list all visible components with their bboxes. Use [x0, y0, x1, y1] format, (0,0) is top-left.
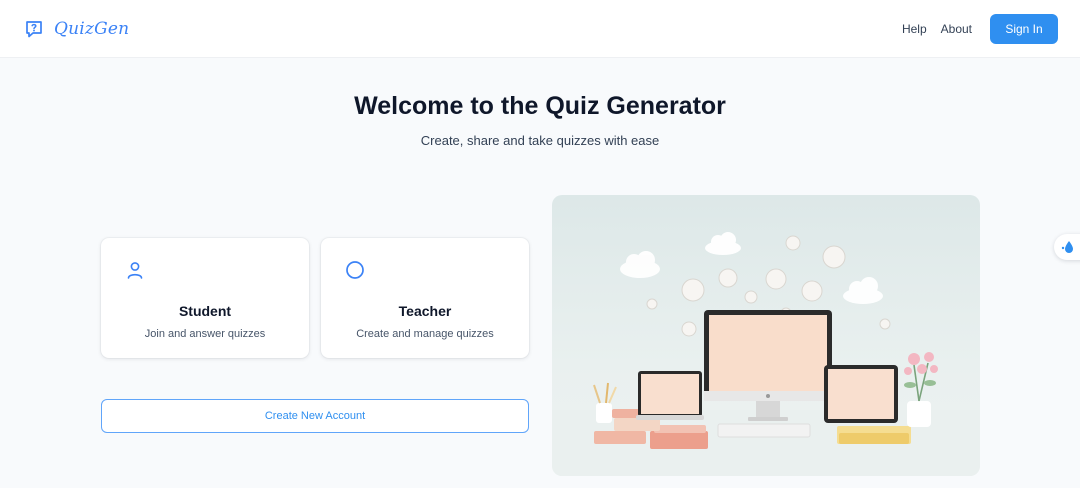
- help-link[interactable]: Help: [902, 22, 927, 36]
- question-bubble-icon: [26, 20, 42, 37]
- top-header: QuizGen Help About Sign In: [0, 0, 1080, 58]
- desk-scene-illustration: [552, 232, 980, 476]
- page-title: Welcome to the Quiz Generator: [354, 92, 726, 120]
- teacher-role-card[interactable]: Teacher Create and manage quizzes: [321, 238, 529, 358]
- circle-icon: [346, 261, 364, 279]
- student-card-title: Student: [178, 303, 232, 319]
- user-icon: [127, 262, 143, 279]
- floating-side-widget[interactable]: [1054, 234, 1080, 260]
- teacher-card-title: Teacher: [398, 303, 452, 319]
- brand-logo[interactable]: QuizGen: [24, 19, 129, 39]
- sign-in-button[interactable]: Sign In: [990, 13, 1058, 44]
- teacher-card-description: Create and manage quizzes: [356, 328, 494, 340]
- brand-name: QuizGen: [54, 18, 130, 39]
- top-nav: Help About Sign In: [902, 13, 1058, 44]
- create-account-button[interactable]: Create New Account: [101, 399, 529, 433]
- page-subtitle: Create, share and take quizzes with ease: [420, 133, 660, 148]
- about-link[interactable]: About: [941, 22, 972, 36]
- water-drop-icon: [1061, 241, 1073, 253]
- student-role-card[interactable]: Student Join and answer quizzes: [101, 238, 309, 358]
- hero-illustration: [552, 195, 980, 476]
- student-card-description: Join and answer quizzes: [144, 328, 266, 340]
